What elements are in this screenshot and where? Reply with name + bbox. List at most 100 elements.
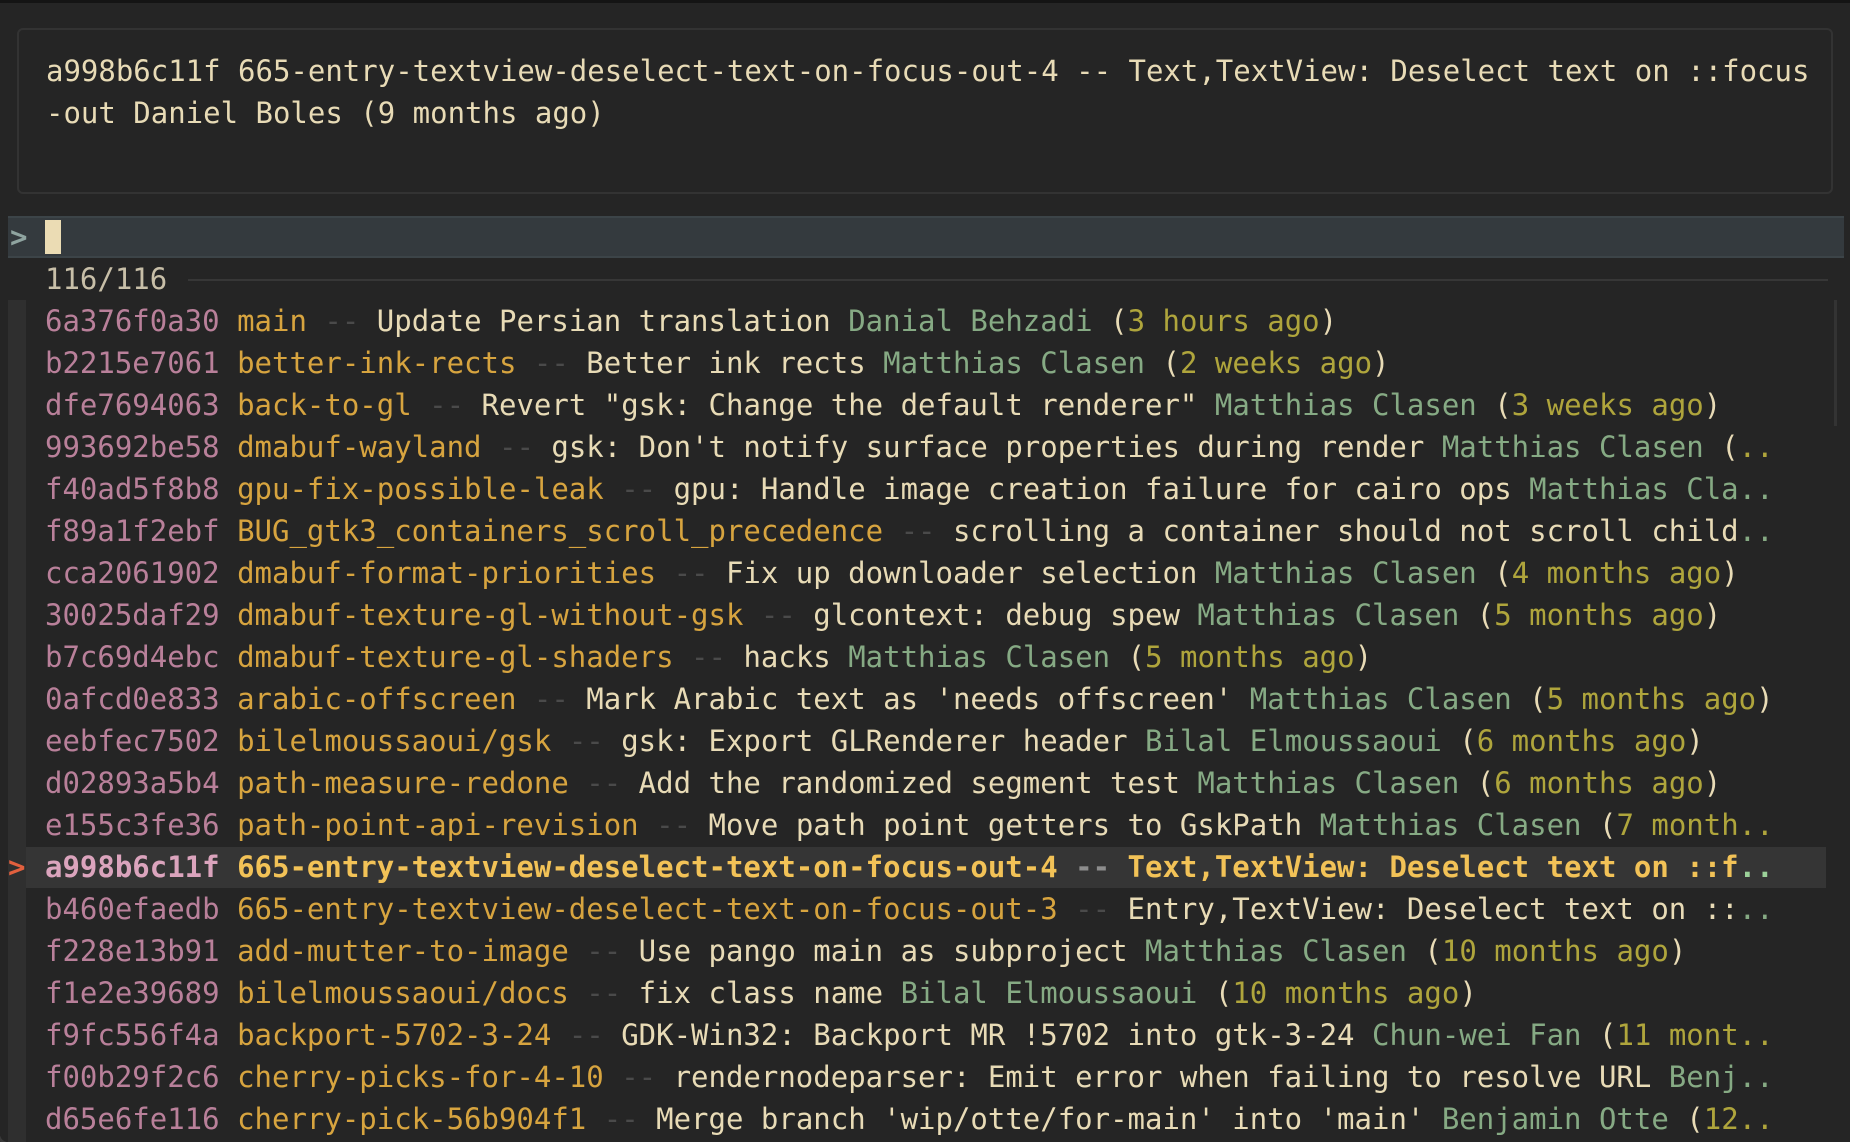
list-item[interactable]: dfe7694063 back-to-gl -- Revert "gsk: Ch… [0,384,1850,426]
paren-open: ( [1598,808,1617,842]
search-prompt[interactable]: > [8,216,1844,258]
preview-text: a998b6c11f 665-entry-textview-deselect-t… [46,54,1810,130]
list-item[interactable]: f00b29f2c6 cherry-picks-for-4-10 -- rend… [0,1056,1850,1098]
list-item[interactable]: f40ad5f8b8 gpu-fix-possible-leak -- gpu:… [0,468,1850,510]
separator: -- [568,724,604,758]
list-item[interactable]: cca2061902 dmabuf-format-priorities -- F… [0,552,1850,594]
paren-close: ) [1372,346,1390,380]
paren-close: ) [1721,556,1739,590]
list-item[interactable]: b460efaedb 665-entry-textview-deselect-t… [0,888,1850,930]
list-item[interactable]: b2215e7061 better-ink-rects -- Better in… [0,342,1850,384]
commit-hash: a998b6c11f [45,850,220,884]
list-item[interactable]: 0afcd0e833 arabic-offscreen -- Mark Arab… [0,678,1850,720]
commit-message: scrolling a container should not scroll … [952,514,1739,548]
list-item-selected[interactable]: > a998b6c11f 665-entry-textview-deselect-… [0,846,1850,888]
commit-hash: f228e13b91 [45,934,220,968]
list-item[interactable]: b7c69d4ebc dmabuf-texture-gl-shaders -- … [0,636,1850,678]
commit-message: Fix up downloader selection [725,556,1198,590]
row-content: 0afcd0e833 arabic-offscreen -- Mark Arab… [45,678,1774,720]
commit-date: 5 months ago [1546,682,1757,716]
list-item[interactable]: f89a1f2ebf BUG_gtk3_containers_scroll_pr… [0,510,1850,552]
ellipsis: .. [1738,1102,1774,1136]
separator: -- [691,640,726,674]
paren-close: ) [1686,724,1704,758]
commit-author: Matthias Clasen [1214,388,1477,422]
preview-pane: a998b6c11f 665-entry-textview-deselect-t… [17,28,1833,194]
separator: -- [900,514,936,548]
branch-name: bilelmoussaoui/gsk [237,724,552,758]
separator: -- [673,556,709,590]
commit-hash: f89a1f2ebf [45,514,220,548]
list-item[interactable]: d65e6fe116 cherry-pick-56b904f1 -- Merge… [0,1098,1850,1140]
commit-message: gpu: Handle image creation failure for c… [673,472,1512,506]
row-content: f00b29f2c6 cherry-picks-for-4-10 -- rend… [45,1056,1774,1098]
commit-date: 6 months ago [1476,724,1687,758]
row-content: b460efaedb 665-entry-textview-deselect-t… [45,888,1774,930]
commit-hash: f1e2e39689 [45,976,220,1010]
branch-name: arabic-offscreen [237,682,517,716]
commit-hash: d02893a5b4 [45,766,220,800]
commit-author: Matthias Clasen [1441,430,1704,464]
ellipsis: .. [1738,808,1774,842]
paren-open: ( [1494,388,1512,422]
commit-date: 4 months ago [1511,556,1722,590]
commit-hash: d65e6fe116 [45,1102,220,1136]
commit-hash: b2215e7061 [45,346,220,380]
separator: -- [760,598,796,632]
list-item[interactable]: f1e2e39689 bilelmoussaoui/docs -- fix cl… [0,972,1850,1014]
branch-name: cherry-pick-56b904f1 [237,1102,587,1136]
commit-hash: 30025daf29 [45,598,220,632]
list-item[interactable]: 6a376f0a30 main -- Update Persian transl… [0,300,1850,342]
branch-name: backport-5702-3-24 [237,1018,552,1052]
commit-hash: eebfec7502 [45,724,220,758]
commit-author: Chun-wei Fan [1372,1018,1582,1052]
ellipsis: .. [1738,430,1774,464]
paren-open: ( [1476,766,1495,800]
commit-author: Bilal Elmoussaoui [900,976,1198,1010]
commit-hash: b460efaedb [45,892,220,926]
branch-name: cherry-picks-for-4-10 [237,1060,604,1094]
list-item[interactable]: e155c3fe36 path-point-api-revision -- Mo… [0,804,1850,846]
commit-hash: 993692be58 [45,430,220,464]
row-content: dfe7694063 back-to-gl -- Revert "gsk: Ch… [45,384,1721,426]
commit-message: Text,TextView: Deselect text on ::f [1127,850,1739,884]
commit-hash: f9fc556f4a [45,1018,220,1052]
paren-open: ( [1529,682,1547,716]
commit-date: 5 months ago [1145,640,1355,674]
branch-name: bilelmoussaoui/docs [237,976,569,1010]
branch-name: dmabuf-format-priorities [237,556,657,590]
branch-name: path-point-api-revision [237,808,639,842]
commit-date: 3 weeks ago [1511,388,1704,422]
separator: -- [586,976,622,1010]
commit-author: Matthias Cla [1529,472,1739,506]
branch-name: 665-entry-textview-deselect-text-on-focu… [237,850,1058,884]
list-item[interactable]: f228e13b91 add-mutter-to-image -- Use pa… [0,930,1850,972]
commit-author: Matthias Clasen [1197,766,1460,800]
list-item[interactable]: 30025daf29 dmabuf-texture-gl-without-gsk… [0,594,1850,636]
ellipsis: .. [1738,850,1774,884]
commit-message: Better ink rects [586,346,866,380]
branch-name: main [237,304,307,338]
commit-author: Matthias Clasen [848,640,1111,674]
commit-date: 2 weeks ago [1179,346,1373,380]
list-item[interactable]: eebfec7502 bilelmoussaoui/gsk -- gsk: Ex… [0,720,1850,762]
paren-open: ( [1110,304,1128,338]
paren-open: ( [1598,1018,1617,1052]
separator: -- [621,472,657,506]
commit-message: Revert "gsk: Change the default renderer… [481,388,1198,422]
separator: -- [429,388,465,422]
list-item[interactable]: f9fc556f4a backport-5702-3-24 -- GDK-Win… [0,1014,1850,1056]
paren-close: ) [1756,682,1774,716]
list-item[interactable]: d02893a5b4 path-measure-redone -- Add th… [0,762,1850,804]
paren-open: ( [1459,724,1477,758]
commit-date: 7 month [1616,808,1739,842]
separator: -- [656,808,692,842]
list-item[interactable]: 993692be58 dmabuf-wayland -- gsk: Don't … [0,426,1850,468]
commit-message: gsk: Export GLRenderer header [621,724,1128,758]
commit-message: gsk: Don't notify surface properties dur… [551,430,1425,464]
commit-message: glcontext: debug spew [813,598,1180,632]
separator: -- [498,430,534,464]
commit-author: Benj [1668,1060,1739,1094]
row-content: f9fc556f4a backport-5702-3-24 -- GDK-Win… [45,1014,1774,1056]
separator: -- [586,934,622,968]
